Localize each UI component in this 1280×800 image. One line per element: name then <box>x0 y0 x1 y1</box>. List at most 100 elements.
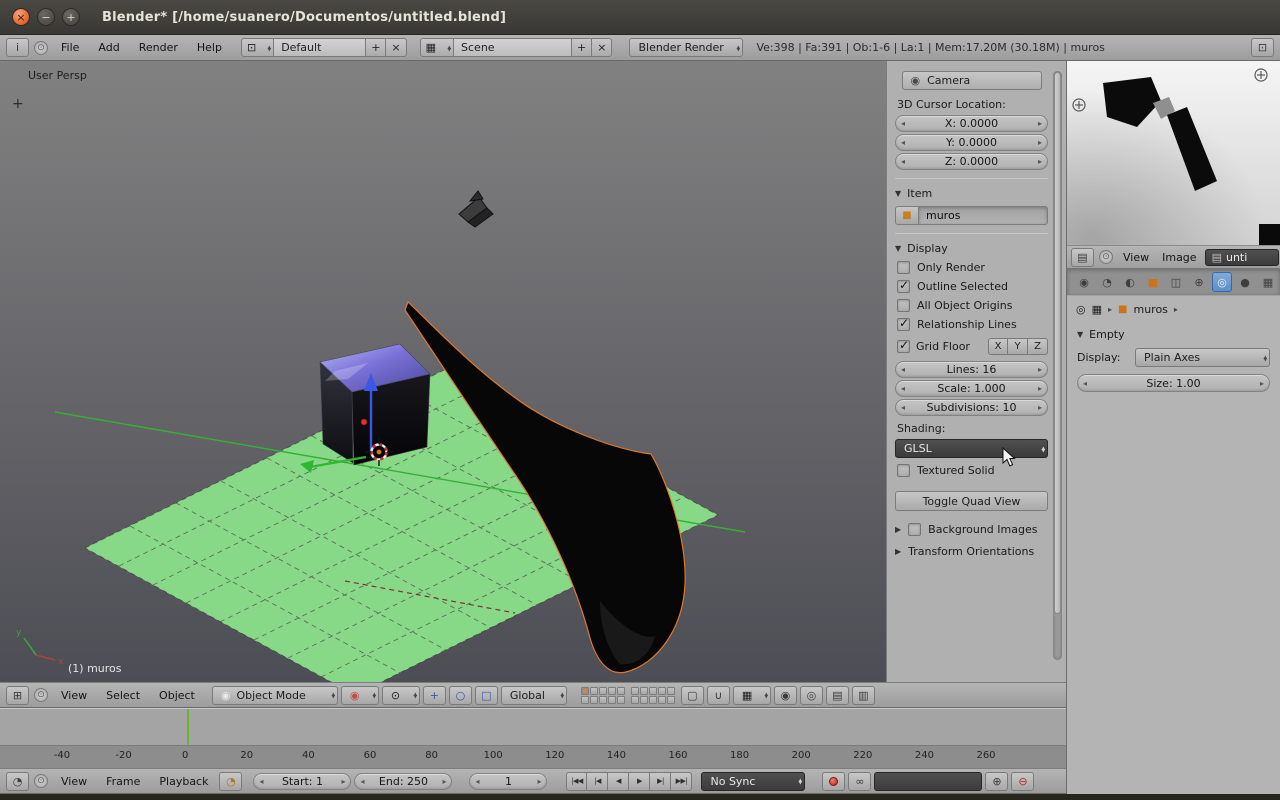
textured-solid-checkbox[interactable] <box>897 464 910 477</box>
empty-size-slider[interactable]: Size: 1.00 <box>1077 374 1270 392</box>
layer-toggle[interactable] <box>616 695 625 704</box>
object-name-field[interactable]: muros <box>919 206 1048 225</box>
display-option-all-object-origins[interactable]: All Object Origins <box>897 299 1048 312</box>
display-panel-header[interactable]: ▼ Display <box>895 242 1048 255</box>
empty-panel-header[interactable]: ▼ Empty <box>1077 328 1270 341</box>
layer-toggle[interactable] <box>616 686 625 695</box>
shading-mode-selector[interactable]: GLSL <box>895 439 1048 458</box>
display-option-only-render[interactable]: Only Render <box>897 261 1048 274</box>
3d-scene[interactable]: User Persp + (1) muros x y <box>0 61 886 682</box>
cursor-y-field[interactable]: Y: 0.0000 <box>895 134 1048 151</box>
menu-help[interactable]: Help <box>189 41 230 54</box>
manipulator-scale-button[interactable]: □ <box>474 685 498 705</box>
toolshelf-open-icon[interactable]: + <box>12 96 24 112</box>
viewport-shading-selector[interactable]: ◉ <box>340 685 379 705</box>
grid-axis-button-x[interactable]: X <box>988 338 1008 355</box>
scene-icon[interactable]: ▦ <box>419 38 455 57</box>
add-scene-button[interactable]: + <box>572 38 593 57</box>
transport-button-4[interactable]: ▶| <box>650 771 672 791</box>
checkbox[interactable] <box>897 261 910 274</box>
layer-toggle[interactable] <box>630 695 639 704</box>
remove-layout-button[interactable]: × <box>386 38 407 57</box>
snap-element-selector[interactable]: ▦ <box>732 685 771 705</box>
layer-toggle[interactable] <box>648 686 657 695</box>
manipulator-x-handle[interactable] <box>360 418 368 426</box>
minimize-icon[interactable]: − <box>37 8 55 26</box>
object-tab[interactable]: ■ <box>1143 272 1163 292</box>
display-option-relationship-lines[interactable]: Relationship Lines <box>897 316 1048 331</box>
world-tab[interactable]: ◐ <box>1120 272 1140 292</box>
layer-toggle[interactable] <box>648 695 657 704</box>
pivot-point-selector[interactable]: ⊙ <box>381 685 420 705</box>
empty-display-selector[interactable]: Plain Axes <box>1135 348 1270 367</box>
shelf-scrollbar[interactable] <box>1053 71 1062 660</box>
layer-toggle[interactable] <box>639 695 648 704</box>
menu-frame[interactable]: Frame <box>98 775 148 788</box>
texture-tab[interactable]: ▦ <box>1258 272 1278 292</box>
material-tab[interactable]: ● <box>1235 272 1255 292</box>
layer-toggle[interactable] <box>580 695 589 704</box>
menu-view[interactable]: View <box>53 689 95 702</box>
constraints-tab[interactable]: ◫ <box>1166 272 1186 292</box>
layer-toggle[interactable] <box>657 686 666 695</box>
panel-header-background-images[interactable]: ▶ Background Images <box>895 523 1048 536</box>
manipulator-translate-button[interactable]: + <box>422 685 446 705</box>
proportional-falloff-button[interactable]: ◎ <box>799 685 823 705</box>
menu-view[interactable]: View <box>53 775 95 788</box>
pin-icon[interactable]: ◎ <box>1076 303 1086 316</box>
grid-floor-checkbox[interactable] <box>897 338 910 353</box>
timeline-track[interactable]: -40 -20 0 20 40 60 80 100 120 140 160 180 200 220 240 2… <box>0 708 1066 768</box>
preview-range-button[interactable]: ◔ <box>219 771 243 791</box>
checkbox[interactable] <box>897 299 910 312</box>
layer-toggle[interactable] <box>598 686 607 695</box>
sync-mode-selector[interactable]: No Sync <box>701 771 806 791</box>
display-option-outline-selected[interactable]: Outline Selected <box>897 278 1048 293</box>
menu-select[interactable]: Select <box>98 689 148 702</box>
layer-toggle[interactable] <box>598 695 607 704</box>
render-opengl-button[interactable]: ▤ <box>825 685 849 705</box>
menu-image[interactable]: Image <box>1157 251 1201 264</box>
layer-toggle[interactable] <box>580 686 589 695</box>
textured-solid-option[interactable]: Textured Solid <box>897 464 1048 477</box>
record-button[interactable] <box>822 771 846 791</box>
screen-layout-icon[interactable]: ⊡ <box>240 38 275 57</box>
screen-layout-value[interactable]: Default <box>274 38 367 57</box>
transport-button-1[interactable]: |◀ <box>587 771 609 791</box>
frame-start-field[interactable]: Start: 1 <box>253 772 352 790</box>
maximize-icon[interactable]: + <box>62 8 80 26</box>
transport-button-5[interactable]: ▶▶| <box>671 771 693 791</box>
panel-header-transform-orientations[interactable]: ▶ Transform Orientations <box>895 545 1048 558</box>
remove-scene-button[interactable]: × <box>592 38 613 57</box>
scene-value[interactable]: Scene <box>454 38 573 57</box>
header-collapse-icon[interactable]: ⊙ <box>34 688 48 702</box>
transform-orientation-selector[interactable]: Global <box>500 685 567 705</box>
mode-selector[interactable]: ◉ Object Mode <box>211 685 338 705</box>
transport-button-2[interactable]: ◀ <box>608 771 630 791</box>
screen-layout-selector[interactable]: ⊡ Default + × <box>240 38 407 57</box>
window-titlebar[interactable]: × − + Blender* [/home/suanero/Documentos… <box>0 0 1280 35</box>
transport-button-3[interactable]: ▶ <box>629 771 651 791</box>
cursor-x-field[interactable]: X: 0.0000 <box>895 115 1048 132</box>
snap-magnet-button[interactable]: ∪ <box>706 685 730 705</box>
manipulator-rotate-button[interactable]: ○ <box>448 685 472 705</box>
value-slider[interactable]: Lines: 16 <box>895 361 1048 378</box>
header-collapse-icon[interactable]: ⊙ <box>34 40 48 55</box>
editor-type-timeline-icon[interactable]: ◔ <box>6 771 29 791</box>
modifiers-tab[interactable]: ⊕ <box>1189 272 1209 292</box>
render-tab[interactable]: ◉ <box>1074 272 1094 292</box>
layer-toggle[interactable] <box>666 695 675 704</box>
image-editor-view[interactable] <box>1067 61 1280 245</box>
menu-playback[interactable]: Playback <box>151 775 216 788</box>
cursor-z-field[interactable]: Z: 0.0000 <box>895 153 1048 170</box>
3d-viewport[interactable]: User Persp + (1) muros x y <box>0 61 886 682</box>
header-collapse-icon[interactable]: ⊙ <box>1099 250 1113 264</box>
editor-type-image-icon[interactable]: ▤ <box>1071 247 1094 267</box>
scrollbar-thumb[interactable] <box>1054 72 1061 614</box>
value-slider[interactable]: Subdivisions: 10 <box>895 399 1048 416</box>
layer-toggle[interactable] <box>607 686 616 695</box>
timeline-ruler[interactable]: -40 -20 0 20 40 60 80 100 120 140 160 180 200 220 240 2… <box>0 745 1066 768</box>
layer-toggle[interactable] <box>639 686 648 695</box>
keying-set-remove-button[interactable]: ⊖ <box>1011 771 1035 791</box>
checkbox[interactable] <box>908 523 922 536</box>
item-panel-header[interactable]: ▼ Item <box>895 187 1048 200</box>
